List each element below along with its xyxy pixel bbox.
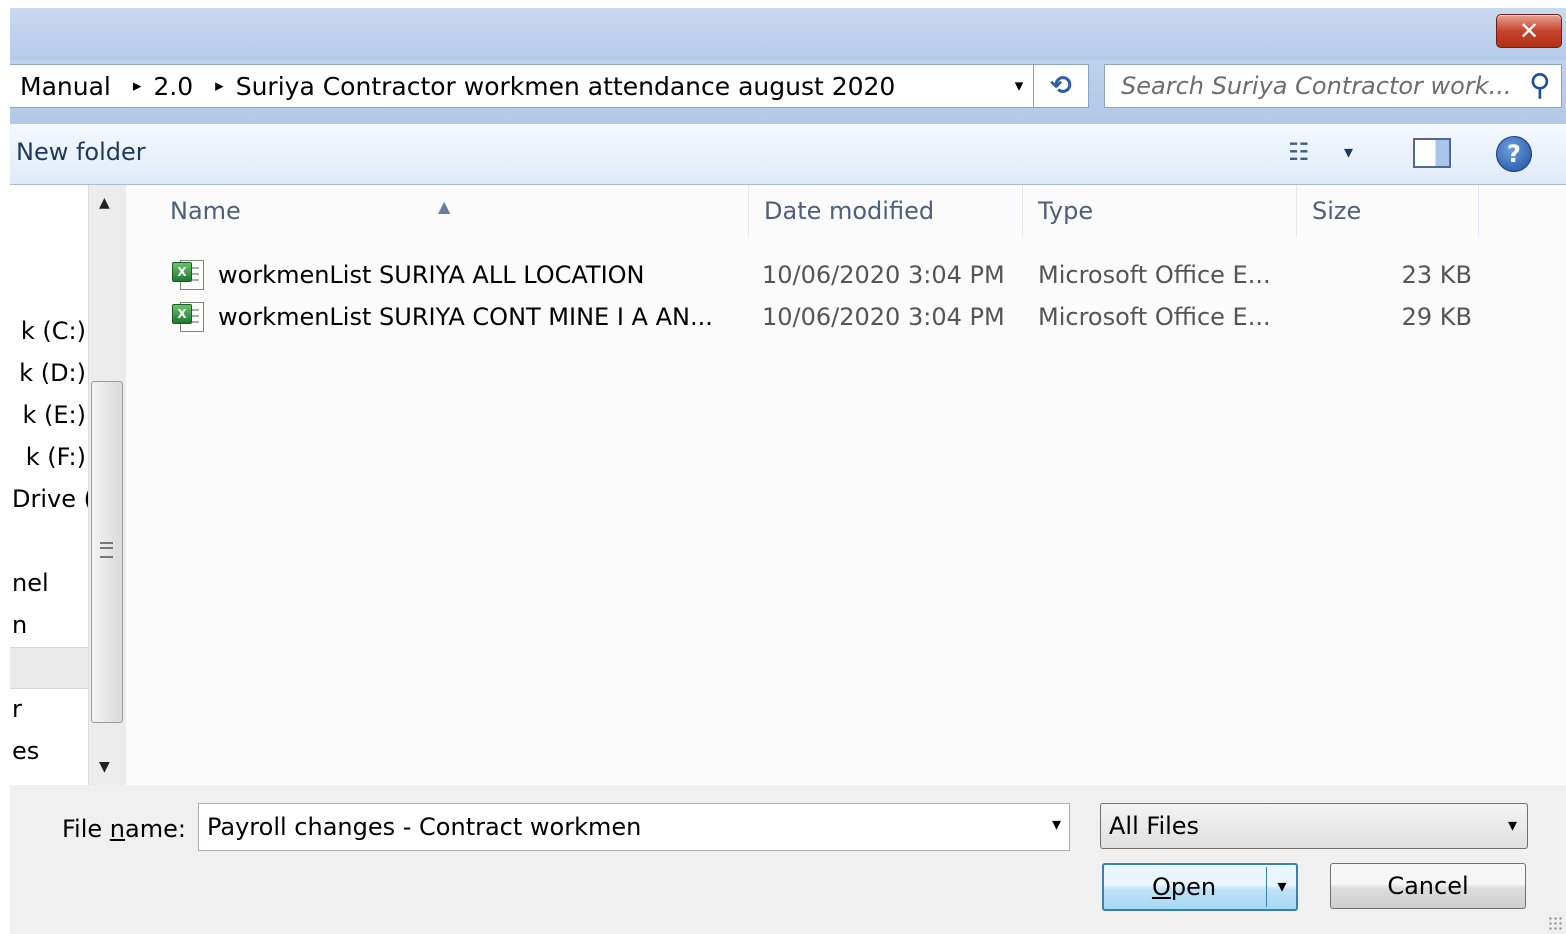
file-type: Microsoft Office E...: [1038, 261, 1271, 289]
column-header-name[interactable]: Name ▲: [126, 185, 749, 237]
help-icon[interactable]: ?: [1496, 136, 1532, 172]
file-type-selected: All Files: [1109, 812, 1200, 840]
views-dropdown-icon[interactable]: ▾: [1344, 142, 1353, 163]
dialog-footer: File name: ▾ All Files ▾ Open ▾ Cancel: [10, 785, 1566, 934]
nav-item-drive-e[interactable]: k (E:): [10, 401, 88, 441]
new-folder-button[interactable]: New folder: [16, 138, 146, 166]
nav-item-files[interactable]: es: [10, 737, 88, 777]
breadcrumb-separator-icon[interactable]: ▸: [133, 76, 142, 96]
file-name: workmenList SURIYA ALL LOCATION: [218, 261, 645, 289]
search-box[interactable]: ⚲: [1104, 64, 1562, 108]
navigation-pane: k (C:) k (D:) k (E:) k (F:) Drive ( nel …: [10, 185, 88, 785]
command-bar: New folder ☷ ▾ ?: [10, 124, 1566, 185]
breadcrumb-manual[interactable]: Manual: [20, 72, 111, 101]
file-name-combobox[interactable]: ▾: [198, 803, 1070, 851]
file-name-label: File name:: [62, 815, 186, 843]
close-icon: ✕: [1518, 17, 1540, 45]
file-name-input[interactable]: [199, 812, 1029, 842]
address-row: Manual ▸ 2.0 ▸ Suriya Contractor workmen…: [10, 60, 1566, 124]
file-type: Microsoft Office E...: [1038, 303, 1271, 331]
nav-scrollbar[interactable]: ▲ ▼: [88, 185, 127, 785]
nav-item-drive-c[interactable]: k (C:): [10, 317, 88, 357]
breadcrumb-separator-icon[interactable]: ▸: [215, 76, 224, 96]
column-header-size[interactable]: Size: [1296, 185, 1479, 237]
open-button[interactable]: Open ▾: [1102, 863, 1298, 911]
nav-item-control-panel[interactable]: nel: [10, 569, 88, 609]
file-date: 10/06/2020 3:04 PM: [762, 303, 1005, 331]
title-bar: ✕: [10, 8, 1566, 60]
address-bar[interactable]: Manual ▸ 2.0 ▸ Suriya Contractor workmen…: [10, 64, 1089, 108]
close-button[interactable]: ✕: [1496, 14, 1562, 48]
open-button-label: Open: [1151, 873, 1217, 901]
file-date: 10/06/2020 3:04 PM: [762, 261, 1005, 289]
file-list: Name ▲ Date modified Type Size X workmen…: [126, 185, 1566, 785]
resize-grip-icon[interactable]: [1548, 916, 1562, 930]
search-input[interactable]: [1105, 71, 1515, 101]
open-file-dialog: ✕ Manual ▸ 2.0 ▸ Suriya Contractor workm…: [10, 8, 1566, 934]
grip-icon: [100, 542, 113, 558]
nav-item-drive-d[interactable]: k (D:): [10, 359, 88, 399]
sort-ascending-icon: ▲: [438, 197, 451, 216]
refresh-icon[interactable]: ⟲: [1033, 65, 1088, 107]
file-type-dropdown-icon[interactable]: ▾: [1508, 804, 1517, 848]
column-header-type[interactable]: Type: [1022, 185, 1297, 237]
breadcrumb-2-0[interactable]: 2.0: [153, 72, 193, 101]
file-name: workmenList SURIYA CONT MINE I A AN...: [218, 303, 713, 331]
breadcrumb-current-folder[interactable]: Suriya Contractor workmen attendance aug…: [236, 72, 896, 101]
file-size: 29 KB: [1401, 303, 1472, 331]
nav-item-drive-f[interactable]: k (F:): [10, 443, 88, 483]
file-name-dropdown-icon[interactable]: ▾: [1052, 814, 1061, 835]
scroll-up-icon[interactable]: ▲: [99, 195, 110, 211]
views-icon[interactable]: ☷: [1288, 138, 1309, 166]
cancel-button[interactable]: Cancel: [1330, 863, 1526, 909]
nav-item-drive[interactable]: Drive (: [10, 485, 88, 525]
scroll-thumb[interactable]: [91, 381, 123, 723]
search-icon[interactable]: ⚲: [1529, 68, 1551, 103]
open-split-dropdown-icon[interactable]: ▾: [1266, 867, 1297, 907]
scroll-down-icon[interactable]: ▼: [99, 759, 110, 775]
file-size: 23 KB: [1401, 261, 1472, 289]
file-row[interactable]: X workmenList SURIYA ALL LOCATION 10/06/…: [126, 255, 1566, 295]
nav-item-partial-r[interactable]: r: [10, 695, 88, 735]
nav-item-partial[interactable]: n: [10, 611, 88, 651]
excel-file-icon: X: [172, 302, 206, 332]
nav-item-selected[interactable]: [10, 647, 88, 689]
excel-file-icon: X: [172, 260, 206, 290]
file-type-select[interactable]: All Files ▾: [1100, 803, 1528, 849]
column-header-date[interactable]: Date modified: [748, 185, 1023, 237]
preview-pane-icon[interactable]: [1413, 138, 1451, 168]
address-history-dropdown-icon[interactable]: ▾: [1002, 65, 1036, 107]
file-row[interactable]: X workmenList SURIYA CONT MINE I A AN...…: [126, 297, 1566, 337]
